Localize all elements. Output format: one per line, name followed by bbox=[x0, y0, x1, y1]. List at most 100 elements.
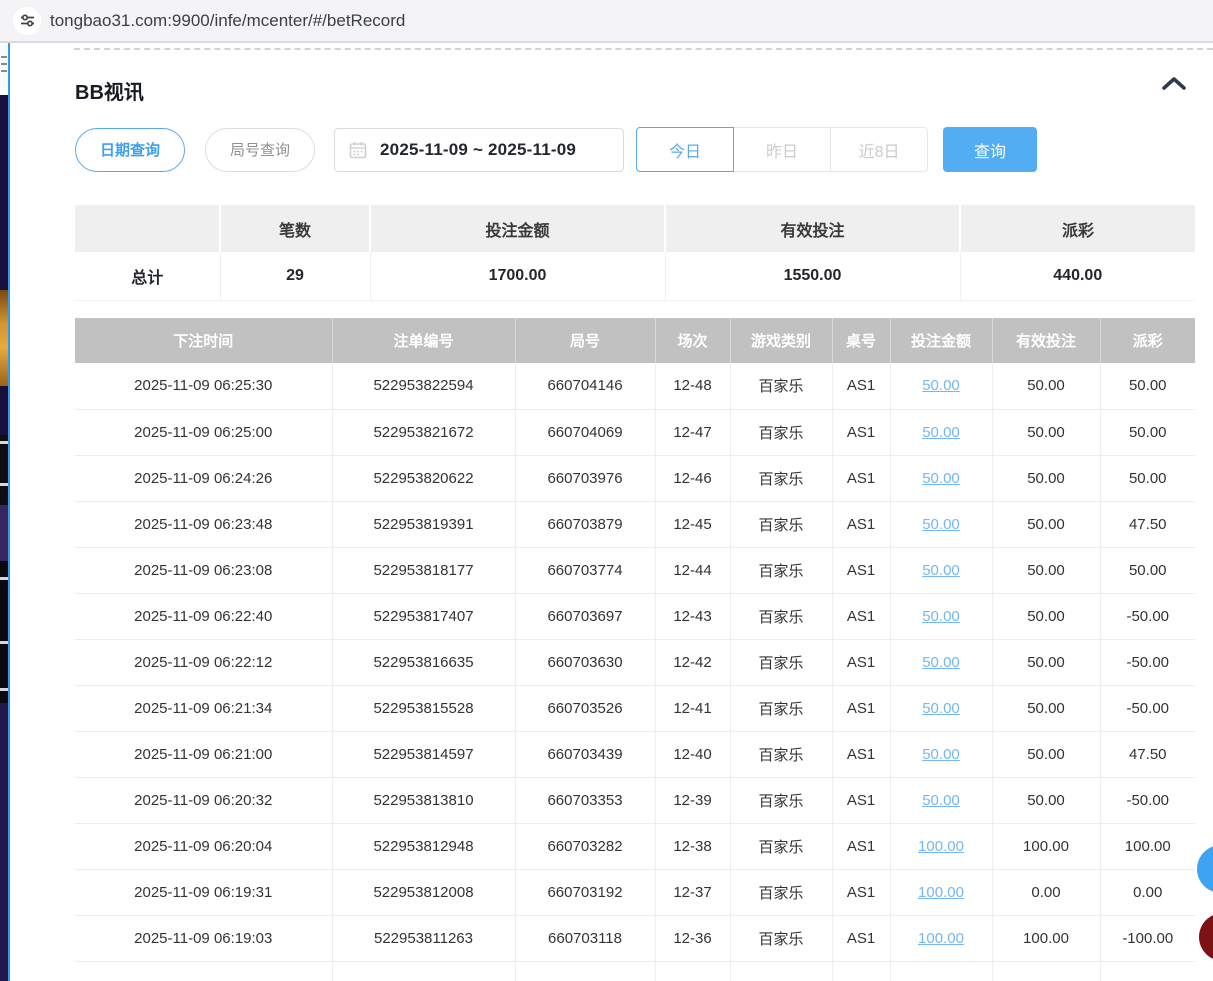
cell-session: 12-46 bbox=[655, 455, 730, 501]
cell-payout: -50.00 bbox=[1100, 639, 1195, 685]
cell-valid-bet: 100.00 bbox=[992, 823, 1100, 869]
bet-amount-link[interactable]: 50.00 bbox=[922, 608, 960, 625]
cell-table-id: AS1 bbox=[832, 915, 890, 961]
bet-amount-link[interactable]: 50.00 bbox=[922, 470, 960, 487]
bet-table-header-cell: 下注时间 bbox=[75, 318, 332, 363]
cell-payout: 100.00 bbox=[1100, 823, 1195, 869]
bet-amount-link[interactable]: 100.00 bbox=[918, 884, 964, 901]
bet-table-header-cell: 有效投注 bbox=[992, 318, 1100, 363]
date-query-button[interactable]: 日期查询 bbox=[75, 128, 185, 172]
cell-valid-bet: 50.00 bbox=[992, 731, 1100, 777]
cell-payout: -50.00 bbox=[1100, 777, 1195, 823]
cell-valid-bet: 50.00 bbox=[992, 455, 1100, 501]
cell-bet-time: 2025-11-09 06:23:08 bbox=[75, 547, 332, 593]
cell-session: 12-42 bbox=[655, 639, 730, 685]
bet-table-header-cell: 游戏类别 bbox=[730, 318, 832, 363]
quick-range-button[interactable]: 今日 bbox=[636, 127, 734, 172]
cell-game-type: 百家乐 bbox=[730, 915, 832, 961]
cell-bet-id: 522953811263 bbox=[332, 915, 515, 961]
collapse-button[interactable] bbox=[1159, 73, 1189, 93]
cell-payout: -100.00 bbox=[1100, 915, 1195, 961]
quick-range-button[interactable]: 近8日 bbox=[830, 127, 928, 172]
cell-round-id: 660703630 bbox=[515, 639, 655, 685]
cell-valid-bet: 50.00 bbox=[992, 409, 1100, 455]
bet-amount-link[interactable]: 50.00 bbox=[922, 424, 960, 441]
table-row: 2025-11-09 06:21:34522953815528660703526… bbox=[75, 685, 1195, 731]
cell-bet-amount: 50.00 bbox=[890, 593, 992, 639]
cell-bet-amount: 50.00 bbox=[890, 639, 992, 685]
cell-bet-amount: 100.00 bbox=[890, 915, 992, 961]
cell-table-id: AS1 bbox=[832, 363, 890, 409]
cell-bet-id: 522953812948 bbox=[332, 823, 515, 869]
cell-bet-time: 2025-11-09 06:25:00 bbox=[75, 409, 332, 455]
table-row: 2025-11-09 06:22:40522953817407660703697… bbox=[75, 593, 1195, 639]
cell-bet-time: 2025-11-09 06:22:12 bbox=[75, 639, 332, 685]
bet-amount-link[interactable]: 50.00 bbox=[922, 654, 960, 671]
quick-range-group: 今日昨日近8日 bbox=[636, 127, 928, 172]
cell-bet-id: 522953814597 bbox=[332, 731, 515, 777]
bet-amount-link[interactable]: 50.00 bbox=[922, 377, 960, 394]
cell-bet-amount: 100.00 bbox=[890, 823, 992, 869]
cell-bet-amount: 100.00 bbox=[890, 869, 992, 915]
bet-table-header-cell: 场次 bbox=[655, 318, 730, 363]
bet-amount-link[interactable]: 100.00 bbox=[918, 930, 964, 947]
cell-bet-amount: 50.00 bbox=[890, 685, 992, 731]
bet-record-panel: BB视讯 日期查询局号查询 2025-11-09 ~ 2025 bbox=[10, 43, 1213, 981]
cell-round-id: 660703353 bbox=[515, 777, 655, 823]
table-row: 2025-11-09 06:19:03522953811263660703118… bbox=[75, 915, 1195, 961]
cell-session bbox=[655, 961, 730, 981]
cell-game-type: 百家乐 bbox=[730, 731, 832, 777]
cell-payout: 47.50 bbox=[1100, 501, 1195, 547]
cell-bet-time: 2025-11-09 06:21:34 bbox=[75, 685, 332, 731]
cell-bet-time: 2025-11-09 06:19:03 bbox=[75, 915, 332, 961]
table-row: 2025-11-09 06:20:04522953812948660703282… bbox=[75, 823, 1195, 869]
cell-session: 12-38 bbox=[655, 823, 730, 869]
cell-payout: 50.00 bbox=[1100, 547, 1195, 593]
cell-bet-amount: 50.00 bbox=[890, 455, 992, 501]
bet-amount-link[interactable]: 50.00 bbox=[922, 700, 960, 717]
cell-table-id: AS1 bbox=[832, 731, 890, 777]
bet-amount-link[interactable]: 50.00 bbox=[922, 562, 960, 579]
table-row: 2025-11-09 06:23:48522953819391660703879… bbox=[75, 501, 1195, 547]
cell-session: 12-41 bbox=[655, 685, 730, 731]
cell-bet-amount: 50.00 bbox=[890, 501, 992, 547]
table-row: 2025-11-09 06:25:30522953822594660704146… bbox=[75, 363, 1195, 409]
cell-payout: 47.50 bbox=[1100, 731, 1195, 777]
bet-record-table: 下注时间注单编号局号场次游戏类别桌号投注金额有效投注派彩 2025-11-09 … bbox=[75, 318, 1195, 981]
bet-amount-link[interactable]: 50.00 bbox=[922, 746, 960, 763]
cell-bet-amount bbox=[890, 961, 992, 981]
summary-header-cell: 派彩 bbox=[960, 205, 1195, 252]
cell-table-id: AS1 bbox=[832, 501, 890, 547]
cell-payout: -50.00 bbox=[1100, 593, 1195, 639]
bet-amount-link[interactable]: 50.00 bbox=[922, 792, 960, 809]
cell-payout bbox=[1100, 961, 1195, 981]
site-settings-button[interactable] bbox=[13, 7, 41, 35]
cell-table-id: AS1 bbox=[832, 593, 890, 639]
browser-address-bar[interactable]: tongbao31.com:9900/infe/mcenter/#/betRec… bbox=[0, 0, 1213, 43]
cell-payout: -50.00 bbox=[1100, 685, 1195, 731]
table-row: 2025-11-09 06:21:00522953814597660703439… bbox=[75, 731, 1195, 777]
table-row: 2025-11-09 06:24:26522953820622660703976… bbox=[75, 455, 1195, 501]
cell-valid-bet: 50.00 bbox=[992, 685, 1100, 731]
filter-toolbar: 日期查询局号查询 2025-11-09 ~ 2025-11-09 今日昨日近8日… bbox=[75, 127, 1037, 172]
quick-range-button[interactable]: 昨日 bbox=[733, 127, 831, 172]
round-query-button[interactable]: 局号查询 bbox=[205, 128, 315, 172]
chevron-up-icon bbox=[1161, 75, 1187, 91]
bet-amount-link[interactable]: 50.00 bbox=[922, 516, 960, 533]
cell-table-id: AS1 bbox=[832, 455, 890, 501]
summary-header-row: 笔数投注金额有效投注派彩 bbox=[75, 205, 1195, 252]
cell-bet-id bbox=[332, 961, 515, 981]
cell-session: 12-40 bbox=[655, 731, 730, 777]
search-button[interactable]: 查询 bbox=[943, 127, 1037, 172]
cell-round-id: 660703774 bbox=[515, 547, 655, 593]
date-range-input[interactable]: 2025-11-09 ~ 2025-11-09 bbox=[334, 128, 624, 172]
cell-bet-time: 2025-11-09 06:25:30 bbox=[75, 363, 332, 409]
cell-valid-bet: 50.00 bbox=[992, 501, 1100, 547]
cell-bet-id: 522953817407 bbox=[332, 593, 515, 639]
cell-bet-id: 522953813810 bbox=[332, 777, 515, 823]
cell-valid-bet: 50.00 bbox=[992, 777, 1100, 823]
cell-session: 12-44 bbox=[655, 547, 730, 593]
cell-bet-amount: 50.00 bbox=[890, 777, 992, 823]
bet-amount-link[interactable]: 100.00 bbox=[918, 838, 964, 855]
cell-bet-time: 2025-11-09 06:21:00 bbox=[75, 731, 332, 777]
